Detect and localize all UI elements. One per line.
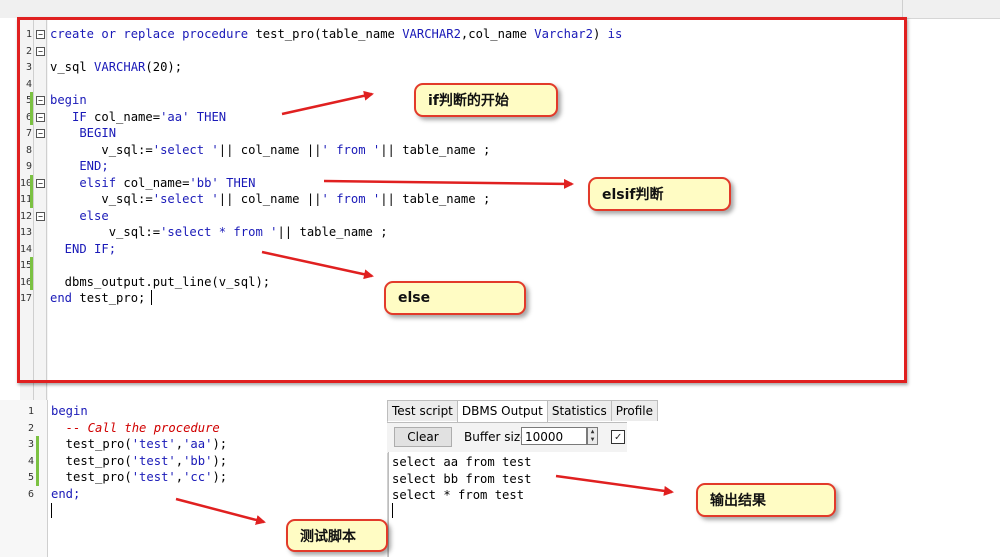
fold-toggle-icon[interactable]: − [36,96,45,105]
callout-test-script: 测试脚本 [286,519,388,552]
arrow-if-icon [281,90,374,116]
text-cursor [392,503,393,518]
callout-else: else [384,281,526,315]
fold-toggle-icon[interactable]: − [36,46,45,56]
arrow-else-icon [261,250,374,280]
change-marker [36,436,39,486]
fold-toggle-icon[interactable]: − [36,211,45,221]
text-cursor [51,503,52,518]
arrow-output-icon [555,474,674,496]
callout-if-start: if判断的开始 [414,83,558,117]
fold-toggle-icon[interactable]: − [36,112,45,122]
change-marker [30,257,33,290]
text-cursor [151,290,152,305]
change-marker [30,92,33,125]
arrow-elsif-icon [323,178,574,189]
change-marker [30,174,33,208]
fold-toggle-icon[interactable]: − [36,129,45,138]
fold-toggle-icon[interactable]: − [36,178,45,188]
callout-elsif: elsif判断 [588,177,731,211]
fold-toggle-icon[interactable]: − [36,30,45,39]
arrow-test-script-icon [175,497,266,525]
callout-output-result: 输出结果 [696,483,836,517]
